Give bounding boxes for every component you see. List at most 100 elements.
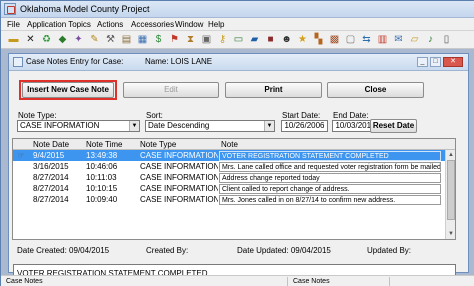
window-icon bbox=[13, 57, 23, 67]
date-created-label-text: Date Created: bbox=[17, 246, 67, 255]
case-notes-title: Case Notes Entry for Case: bbox=[26, 57, 124, 66]
menu-accessories[interactable]: Accessories bbox=[130, 18, 175, 31]
date-created-label: Date Created: 09/04/2015 bbox=[17, 246, 109, 255]
table-row[interactable]: 8/27/2014 10:11:03 CASE INFORMATION Addr… bbox=[13, 172, 445, 183]
document-icon[interactable]: ▯ bbox=[440, 33, 453, 46]
toolbar: ▬ ✕ ♻ ◆ ✦ ✎ ⚒ ▤ ▦ $ ⚑ ⧗ ▣ ⚷ ▭ ▰ ■ ☻ ★ ▚ … bbox=[1, 31, 474, 49]
note-date-cell: 8/27/2014 bbox=[33, 195, 69, 204]
note-type-cell: CASE INFORMATION bbox=[140, 184, 218, 193]
created-by-label: Created By: bbox=[146, 246, 189, 255]
reset-date-button[interactable]: Reset Date bbox=[370, 119, 417, 133]
box-icon[interactable]: ▩ bbox=[328, 33, 341, 46]
table-row[interactable]: 8/27/2014 10:09:40 CASE INFORMATION Mrs.… bbox=[13, 194, 445, 205]
close-button[interactable]: Close bbox=[327, 82, 424, 98]
app-logo-icon bbox=[4, 3, 16, 15]
col-header-note-type[interactable]: Note Type bbox=[140, 139, 176, 150]
note-type-dropdown[interactable]: CASE INFORMATION ▼ bbox=[17, 120, 140, 132]
chart-icon[interactable]: ▥ bbox=[376, 33, 389, 46]
scroll-up-icon[interactable]: ▲ bbox=[447, 151, 455, 159]
grid-scrollbar[interactable]: ▲ ▼ bbox=[445, 150, 455, 239]
table-row[interactable]: ☞ 9/4/2015 13:49:38 CASE INFORMATION VOT… bbox=[13, 150, 445, 161]
title-bar: Oklahoma Model County Project bbox=[1, 1, 474, 18]
minimize-icon[interactable]: _ bbox=[417, 57, 428, 67]
start-date-label: Start Date: bbox=[282, 111, 321, 120]
scroll-icon[interactable]: ▤ bbox=[120, 33, 133, 46]
note-date-cell: 3/16/2015 bbox=[33, 162, 69, 171]
date-updated-label-text: Date Updated: bbox=[237, 246, 289, 255]
sort-dropdown[interactable]: Date Descending ▼ bbox=[145, 120, 275, 132]
menu-application-topics[interactable]: Application Topics bbox=[26, 18, 92, 31]
note-time-cell: 10:10:15 bbox=[86, 184, 118, 193]
clipboard-icon[interactable]: ▣ bbox=[200, 33, 213, 46]
chevron-down-icon[interactable]: ▼ bbox=[129, 121, 139, 131]
scroll-down-icon[interactable]: ▼ bbox=[447, 230, 455, 238]
folder-open-icon[interactable]: ▱ bbox=[408, 33, 421, 46]
note-type-cell: CASE INFORMATION bbox=[140, 173, 218, 182]
case-name: Name: LOIS LANE bbox=[145, 57, 213, 66]
menu-window[interactable]: Window bbox=[174, 18, 204, 31]
recycle-icon[interactable]: ♻ bbox=[40, 33, 53, 46]
note-cell: Address change reported today bbox=[219, 173, 441, 183]
grid-header: Note Date Note Time Note Type Note bbox=[13, 139, 455, 150]
note-type-cell: CASE INFORMATION bbox=[140, 195, 218, 204]
note-time-cell: 13:49:38 bbox=[86, 151, 118, 160]
note-type-label: Note Type: bbox=[18, 111, 57, 120]
wand-icon[interactable]: ✦ bbox=[72, 33, 85, 46]
col-header-note[interactable]: Note bbox=[221, 139, 238, 150]
person-icon[interactable]: ☻ bbox=[280, 33, 293, 46]
note-cell: VOTER REGISTRATION STATEMENT COMPLETED bbox=[219, 151, 441, 161]
card-icon[interactable]: ▰ bbox=[248, 33, 261, 46]
flag-icon[interactable]: ⚑ bbox=[168, 33, 181, 46]
status-middle: Case Notes bbox=[290, 277, 390, 286]
table-row[interactable]: 3/16/2015 10:46:06 CASE INFORMATION Mrs.… bbox=[13, 161, 445, 172]
row-pointer-icon: ☞ bbox=[17, 151, 25, 160]
close-window-icon[interactable]: ✕ bbox=[443, 57, 463, 67]
paper-icon[interactable]: ▢ bbox=[344, 33, 357, 46]
child-title-bar: Case Notes Entry for Case: Name: LOIS LA… bbox=[9, 54, 468, 71]
note-date-cell: 8/27/2014 bbox=[33, 173, 69, 182]
note-cell: Mrs. Lane called office and requested vo… bbox=[219, 162, 441, 172]
date-updated-value: 09/04/2015 bbox=[290, 246, 331, 255]
hourglass-icon[interactable]: ⧗ bbox=[184, 33, 197, 46]
close-icon[interactable]: ✕ bbox=[24, 33, 37, 46]
folder-icon[interactable]: ▬ bbox=[7, 33, 20, 46]
updated-by-label: Updated By: bbox=[367, 246, 412, 255]
col-header-note-date[interactable]: Note Date bbox=[33, 139, 69, 150]
menu-file[interactable]: File bbox=[6, 18, 21, 31]
dollar-icon[interactable]: $ bbox=[152, 33, 165, 46]
calculator-icon[interactable]: ▦ bbox=[136, 33, 149, 46]
arrows-icon[interactable]: ⇆ bbox=[360, 33, 373, 46]
chevron-down-icon[interactable]: ▼ bbox=[264, 121, 274, 131]
maximize-icon[interactable]: □ bbox=[430, 57, 441, 67]
status-bar: Case Notes Case Notes bbox=[1, 275, 474, 286]
note-type-cell: CASE INFORMATION bbox=[140, 162, 218, 171]
tag-icon[interactable]: ◆ bbox=[56, 33, 69, 46]
mail-icon[interactable]: ✉ bbox=[392, 33, 405, 46]
edit-button[interactable]: Edit bbox=[123, 82, 219, 98]
table-row[interactable]: 8/27/2014 10:10:15 CASE INFORMATION Clie… bbox=[13, 183, 445, 194]
window-title: Oklahoma Model County Project bbox=[20, 4, 150, 14]
star-icon[interactable]: ★ bbox=[296, 33, 309, 46]
app-window: Oklahoma Model County Project File Appli… bbox=[0, 0, 474, 286]
sort-label: Sort: bbox=[146, 111, 163, 120]
note-time-cell: 10:46:06 bbox=[86, 162, 118, 171]
menu-help[interactable]: Help bbox=[207, 18, 225, 31]
note-icon[interactable]: ♪ bbox=[424, 33, 437, 46]
start-date-field[interactable]: 10/26/2006 bbox=[281, 120, 328, 132]
scrollbar-thumb[interactable] bbox=[447, 160, 455, 220]
col-header-note-time[interactable]: Note Time bbox=[86, 139, 122, 150]
wrench-icon[interactable]: ⚒ bbox=[104, 33, 117, 46]
pencil-icon[interactable]: ✎ bbox=[88, 33, 101, 46]
menu-actions[interactable]: Actions bbox=[96, 18, 124, 31]
note-time-cell: 10:11:03 bbox=[86, 173, 117, 182]
key-icon[interactable]: ⚷ bbox=[216, 33, 229, 46]
menu-bar: File Application Topics Actions Accessor… bbox=[1, 18, 474, 31]
status-left: Case Notes bbox=[3, 277, 288, 286]
cash-icon[interactable]: ▭ bbox=[232, 33, 245, 46]
insert-case-note-button[interactable]: Insert New Case Note bbox=[22, 82, 114, 98]
print-button[interactable]: Print bbox=[225, 82, 322, 98]
book-icon[interactable]: ■ bbox=[264, 33, 277, 46]
note-time-cell: 10:09:40 bbox=[86, 195, 118, 204]
blocks-icon[interactable]: ▚ bbox=[312, 33, 325, 46]
date-created-value: 09/04/2015 bbox=[69, 246, 110, 255]
